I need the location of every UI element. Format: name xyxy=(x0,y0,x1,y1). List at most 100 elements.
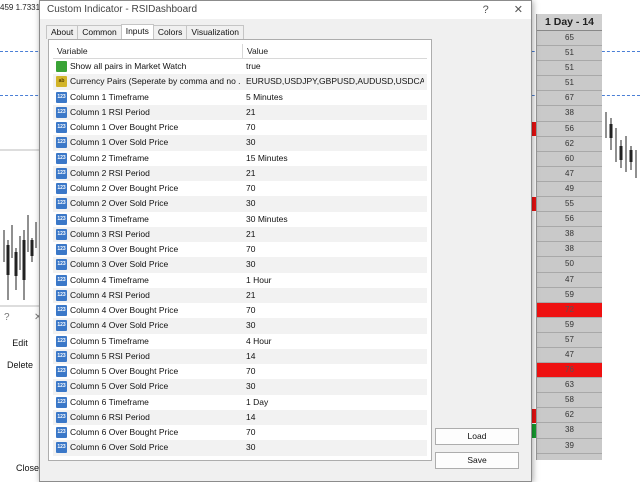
input-variable-name: Column 3 RSI Period xyxy=(70,228,150,239)
input-row[interactable]: 123 Column 1 Over Sold Price 30 xyxy=(53,135,427,151)
tab-visualization[interactable]: Visualization xyxy=(186,25,244,39)
input-value[interactable]: 30 xyxy=(246,257,424,272)
input-row[interactable]: 123 Column 5 Over Sold Price 30 xyxy=(53,379,427,395)
load-button[interactable]: Load xyxy=(435,428,519,445)
input-row[interactable]: 123 Column 6 Timeframe 1 Day xyxy=(53,395,427,410)
input-row[interactable]: ab Currency Pairs (Seperate by comma and … xyxy=(53,74,427,90)
input-row[interactable]: 123 Column 2 Over Bought Price 70 xyxy=(53,181,427,196)
input-row[interactable]: 123 Column 3 Timeframe 30 Minutes xyxy=(53,212,427,227)
close-icon[interactable]: ✕ xyxy=(514,4,523,16)
input-row[interactable]: 123 Column 5 Timeframe 4 Hour xyxy=(53,334,427,349)
inputs-panel: Variable Value Show all pairs in Market … xyxy=(48,39,432,461)
input-variable-name: Column 6 RSI Period xyxy=(70,411,150,422)
input-value[interactable]: 14 xyxy=(246,349,424,364)
variable-column-header[interactable]: Variable xyxy=(57,44,88,58)
rsi-value-cell: 38 xyxy=(537,242,602,258)
number-type-icon: 123 xyxy=(56,411,67,423)
number-type-icon: 123 xyxy=(56,152,67,164)
input-row[interactable]: 123 Column 2 RSI Period 21 xyxy=(53,165,427,181)
input-value[interactable]: 21 xyxy=(246,105,424,120)
input-variable-name: Column 1 Over Sold Price xyxy=(70,137,169,148)
input-value[interactable]: 1 Hour xyxy=(246,273,424,288)
input-value[interactable]: 14 xyxy=(246,410,424,425)
rsi-value-cell: 51 xyxy=(537,46,602,62)
save-button[interactable]: Save xyxy=(435,452,519,469)
input-value[interactable]: 21 xyxy=(246,166,424,181)
input-variable-name: Column 4 Timeframe xyxy=(70,274,149,285)
rsi-value-cell: 38 xyxy=(537,106,602,122)
input-value[interactable]: 4 Hour xyxy=(246,334,424,349)
input-variable-name: Currency Pairs (Seperate by comma and no… xyxy=(70,76,240,87)
input-value[interactable]: 21 xyxy=(246,227,424,242)
input-variable-name: Column 2 Over Bought Price xyxy=(70,183,179,193)
input-value[interactable]: 5 Minutes xyxy=(246,90,424,105)
input-value[interactable]: 30 xyxy=(246,379,424,394)
input-value[interactable]: 1 Day xyxy=(246,395,424,410)
input-row[interactable]: Show all pairs in Market Watch true xyxy=(53,59,427,74)
input-value[interactable]: 70 xyxy=(246,303,424,318)
input-variable-name: Column 3 Timeframe xyxy=(70,213,149,224)
input-value[interactable]: 15 Minutes xyxy=(246,151,424,166)
input-row[interactable]: 123 Column 3 Over Bought Price 70 xyxy=(53,242,427,257)
input-value[interactable]: 21 xyxy=(246,288,424,303)
number-type-icon: 123 xyxy=(56,381,67,393)
rsi-value-cell: 58 xyxy=(537,393,602,409)
rsi-value-cell: 65 xyxy=(537,31,602,47)
input-value[interactable]: 30 xyxy=(246,440,424,455)
input-row[interactable]: 123 Column 2 Over Sold Price 30 xyxy=(53,196,427,212)
input-variable-name: Column 5 Timeframe xyxy=(70,335,149,346)
input-variable-name: Column 1 Timeframe xyxy=(70,91,149,102)
help-icon[interactable]: ? xyxy=(483,4,489,16)
number-type-icon: 123 xyxy=(56,427,67,438)
tab-common[interactable]: Common xyxy=(77,25,122,39)
price-readout: 459 1.73313 xyxy=(0,3,45,12)
grid-header: Variable Value xyxy=(53,44,427,59)
input-row[interactable]: 123 Column 6 RSI Period 14 xyxy=(53,409,427,425)
input-row[interactable]: 123 Column 4 Over Bought Price 70 xyxy=(53,303,427,318)
number-type-icon: 123 xyxy=(56,305,67,316)
input-variable-name: Column 1 Over Bought Price xyxy=(70,122,179,132)
number-type-icon: 123 xyxy=(56,137,67,149)
input-row[interactable]: 123 Column 5 RSI Period 14 xyxy=(53,348,427,364)
tab-inputs[interactable]: Inputs xyxy=(120,24,154,39)
input-row[interactable]: 123 Column 4 RSI Period 21 xyxy=(53,287,427,303)
input-value[interactable]: EURUSD,USDJPY,GBPUSD,AUDUSD,USDCA... xyxy=(246,74,424,89)
input-value[interactable]: 70 xyxy=(246,181,424,196)
input-variable-name: Column 2 RSI Period xyxy=(70,167,150,178)
number-type-icon: 123 xyxy=(56,350,67,362)
input-row[interactable]: 123 Column 4 Over Sold Price 30 xyxy=(53,318,427,334)
tab-about[interactable]: About xyxy=(46,25,79,39)
input-row[interactable]: 123 Column 6 Over Sold Price 30 xyxy=(53,440,427,456)
input-row[interactable]: 123 Column 1 RSI Period 21 xyxy=(53,104,427,120)
input-row[interactable]: 123 Column 3 Over Sold Price 30 xyxy=(53,257,427,273)
input-value[interactable]: 30 xyxy=(246,196,424,211)
tab-colors[interactable]: Colors xyxy=(152,25,188,39)
input-row[interactable]: 123 Column 2 Timeframe 15 Minutes xyxy=(53,151,427,166)
input-row[interactable]: 123 Column 3 RSI Period 21 xyxy=(53,226,427,242)
input-variable-name: Column 1 RSI Period xyxy=(70,106,150,117)
input-row[interactable]: 123 Column 6 Over Bought Price 70 xyxy=(53,425,427,440)
input-row[interactable]: 123 Column 1 Over Bought Price 70 xyxy=(53,120,427,135)
delete-button[interactable]: Delete xyxy=(0,356,40,374)
input-value[interactable]: 70 xyxy=(246,364,424,379)
number-type-icon: 123 xyxy=(56,183,67,194)
input-value[interactable]: true xyxy=(246,59,424,74)
edit-button[interactable]: Edit xyxy=(0,334,40,352)
rsi-value-cell: 62 xyxy=(537,408,602,424)
rsi-value-cell: 55 xyxy=(537,197,602,213)
input-value[interactable]: 70 xyxy=(246,242,424,257)
input-value[interactable]: 70 xyxy=(246,425,424,440)
input-variable-name: Column 4 RSI Period xyxy=(70,289,150,300)
input-value[interactable]: 70 xyxy=(246,120,424,135)
value-column-header[interactable]: Value xyxy=(242,44,427,58)
dialog-title: Custom Indicator - RSIDashboard xyxy=(47,4,198,15)
input-value[interactable]: 30 xyxy=(246,135,424,150)
input-row[interactable]: 123 Column 1 Timeframe 5 Minutes xyxy=(53,90,427,105)
input-value[interactable]: 30 xyxy=(246,318,424,333)
input-value[interactable]: 30 Minutes xyxy=(246,212,424,227)
close-button[interactable]: Close xyxy=(0,459,40,477)
input-variable-name: Column 5 RSI Period xyxy=(70,350,150,361)
help-icon[interactable]: ? xyxy=(4,312,10,323)
input-row[interactable]: 123 Column 4 Timeframe 1 Hour xyxy=(53,273,427,288)
input-row[interactable]: 123 Column 5 Over Bought Price 70 xyxy=(53,364,427,379)
